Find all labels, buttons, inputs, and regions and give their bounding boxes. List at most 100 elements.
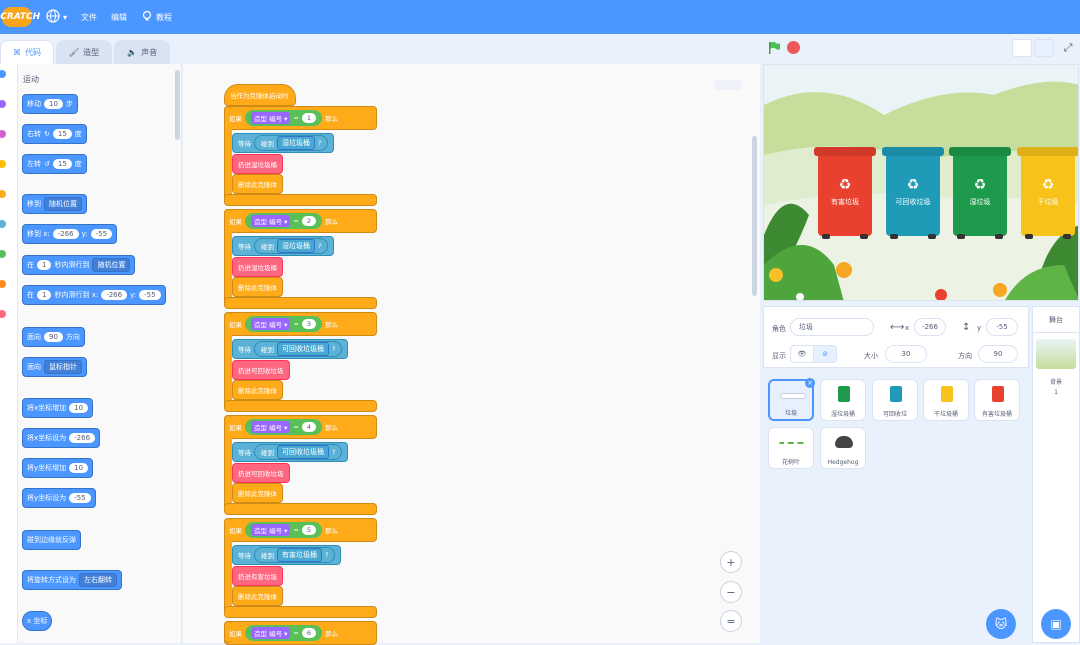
sprite-tile[interactable]: Hedgehog (820, 427, 866, 469)
block-goto-xy[interactable]: 移到 x: -266 y: -55 (22, 224, 118, 244)
zoom-in-button[interactable]: + (720, 551, 742, 573)
touching-condition[interactable]: 碰到 湿垃圾桶? (254, 238, 329, 254)
workspace-scrollbar[interactable] (752, 136, 757, 296)
sprite-tile[interactable]: 有害垃圾桶 (974, 379, 1020, 421)
block-goto[interactable]: 移到 随机位置 (22, 194, 87, 214)
block-move[interactable]: 移动 10 步 (22, 94, 78, 114)
size-field[interactable]: 30 (885, 345, 927, 363)
category-myblocks[interactable] (0, 310, 6, 318)
wait-until-block[interactable]: 等待 碰到 有害垃圾桶? (232, 545, 342, 565)
file-menu[interactable]: 文件 (81, 12, 97, 23)
costume-reporter[interactable]: 造型 编号 ▾ (251, 215, 291, 227)
costume-dropdown[interactable]: 编号 (269, 321, 282, 329)
block-change-x[interactable]: 将x坐标增加 10 (22, 398, 94, 418)
custom-action-block[interactable]: 扔进湿垃圾桶 (232, 154, 283, 174)
block-input[interactable]: -55 (90, 229, 113, 239)
block-dropdown[interactable]: 随机位置 (92, 258, 131, 272)
block-set-x[interactable]: 将x坐标设为 -266 (22, 428, 101, 448)
add-backdrop-button[interactable]: ▣ (1041, 609, 1071, 639)
tab-code[interactable]: ⌘ 代码 (0, 40, 54, 64)
trash-bin[interactable]: ♻ 有害垃圾 (814, 147, 876, 239)
block-glide-xy[interactable]: 在 1 秒内滑行到 x: -266 y: -55 (22, 285, 166, 305)
touching-dropdown[interactable]: 可回收垃圾桶 (277, 445, 329, 459)
block-input[interactable]: -266 (101, 290, 128, 300)
sprite-tile[interactable]: 干垃圾桶 (923, 379, 969, 421)
scratch-logo[interactable]: SCRATCH (0, 7, 40, 27)
fullscreen-icon[interactable]: ⤢ (1058, 39, 1078, 57)
large-stage-button[interactable] (1034, 39, 1054, 57)
custom-action-block[interactable]: 扔进湿垃圾桶 (232, 257, 283, 277)
tab-costumes[interactable]: 🖌 造型 (56, 40, 113, 64)
equals-operator[interactable]: 造型 编号 ▾ = 5 (245, 522, 323, 538)
edit-menu[interactable]: 编辑 (111, 12, 127, 23)
block-dropdown[interactable]: 随机位置 (44, 197, 82, 211)
costume-reporter[interactable]: 造型 编号 ▾ (251, 318, 291, 330)
sprite-tile[interactable]: 湿垃圾桶 (820, 379, 866, 421)
block-input[interactable]: -55 (69, 493, 91, 503)
equals-operator[interactable]: 造型 编号 ▾ = 3 (245, 316, 323, 332)
stage-canvas[interactable]: ♻ 有害垃圾 ♻ 可回收垃圾 ♻ 湿垃圾 ♻ 干垃圾 (763, 64, 1079, 301)
category-events[interactable] (0, 160, 6, 168)
block-input[interactable]: 90 (44, 332, 63, 342)
hat-block-when-clone[interactable]: 当作为克隆体启动时 (224, 84, 296, 106)
backdrop-thumbnail[interactable] (1036, 339, 1076, 369)
category-looks[interactable] (0, 100, 6, 108)
sprite-name-field[interactable]: 垃圾 (790, 318, 874, 336)
show-eye-button[interactable]: 👁 (790, 345, 814, 363)
touching-dropdown[interactable]: 有害垃圾桶 (277, 548, 322, 562)
block-point-towards[interactable]: 面向 鼠标指针 (22, 357, 87, 377)
block-input[interactable]: 15 (52, 129, 72, 139)
x-field[interactable]: -266 (914, 318, 946, 336)
block-input[interactable]: 10 (44, 99, 63, 109)
costume-dropdown[interactable]: 编号 (269, 630, 282, 638)
touching-condition[interactable]: 碰到 有害垃圾桶? (254, 547, 336, 563)
block-dropdown[interactable]: 左右翻转 (79, 573, 117, 587)
sprite-tile[interactable]: 花树叶 (768, 427, 814, 469)
category-motion[interactable] (0, 70, 6, 78)
costume-reporter[interactable]: 造型 编号 ▾ (251, 112, 291, 124)
trash-bin[interactable]: ♻ 干垃圾 (1017, 147, 1078, 239)
compare-value[interactable]: 2 (301, 216, 317, 226)
block-input[interactable]: 10 (69, 463, 89, 473)
compare-value[interactable]: 1 (301, 113, 317, 123)
touching-dropdown[interactable]: 湿垃圾桶 (277, 239, 315, 253)
touching-dropdown[interactable]: 湿垃圾桶 (277, 136, 315, 150)
delete-clone-block[interactable]: 删除此克隆体 (232, 483, 283, 503)
sprite-tile[interactable]: 垃圾 × (768, 378, 815, 421)
block-turn-left[interactable]: 左转 ↺ 15 度 (22, 154, 87, 174)
stop-icon[interactable] (787, 41, 800, 54)
palette-scrollbar[interactable] (175, 70, 180, 140)
touching-condition[interactable]: 碰到 可回收垃圾桶? (254, 444, 343, 460)
touching-dropdown[interactable]: 可回收垃圾桶 (277, 342, 329, 356)
costume-dropdown[interactable]: 编号 (269, 424, 282, 432)
block-input[interactable]: -266 (52, 229, 79, 239)
trash-bin[interactable]: ♻ 可回收垃圾 (882, 147, 944, 239)
block-x-position[interactable]: x 坐标 (22, 611, 53, 631)
category-variables[interactable] (0, 280, 6, 288)
delete-clone-block[interactable]: 删除此克隆体 (232, 174, 283, 194)
block-input[interactable]: -55 (139, 290, 161, 300)
compare-value[interactable]: 4 (301, 422, 317, 432)
category-sensing[interactable] (0, 220, 6, 228)
wait-until-block[interactable]: 等待 碰到 湿垃圾桶? (232, 236, 335, 256)
tutorials-menu[interactable]: 教程 (141, 10, 172, 24)
block-change-y[interactable]: 将y坐标增加 10 (22, 458, 94, 478)
custom-action-block[interactable]: 扔进有害垃圾 (232, 566, 283, 586)
block-set-y[interactable]: 将y坐标设为 -55 (22, 488, 96, 508)
compare-value[interactable]: 3 (301, 319, 317, 329)
wait-until-block[interactable]: 等待 碰到 可回收垃圾桶? (232, 339, 349, 359)
block-input[interactable]: 10 (69, 403, 89, 413)
small-stage-button[interactable] (1012, 39, 1032, 57)
stage-selector[interactable]: 舞台 背景 1 (1032, 306, 1080, 643)
y-field[interactable]: -55 (986, 318, 1018, 336)
equals-operator[interactable]: 造型 编号 ▾ = 4 (245, 419, 323, 435)
costume-dropdown[interactable]: 编号 (269, 115, 282, 123)
custom-action-block[interactable]: 扔进可回收垃圾 (232, 360, 290, 380)
tab-sounds[interactable]: 🔈 声音 (114, 40, 171, 64)
costume-reporter[interactable]: 造型 编号 ▾ (251, 421, 291, 433)
sprite-tile[interactable]: 可回收垃 (872, 379, 918, 421)
block-point-direction[interactable]: 面向 90 方向 (22, 327, 85, 347)
green-flag-icon[interactable] (767, 41, 781, 57)
block-input[interactable]: 15 (52, 159, 72, 169)
costume-reporter[interactable]: 造型 编号 ▾ (251, 524, 291, 536)
